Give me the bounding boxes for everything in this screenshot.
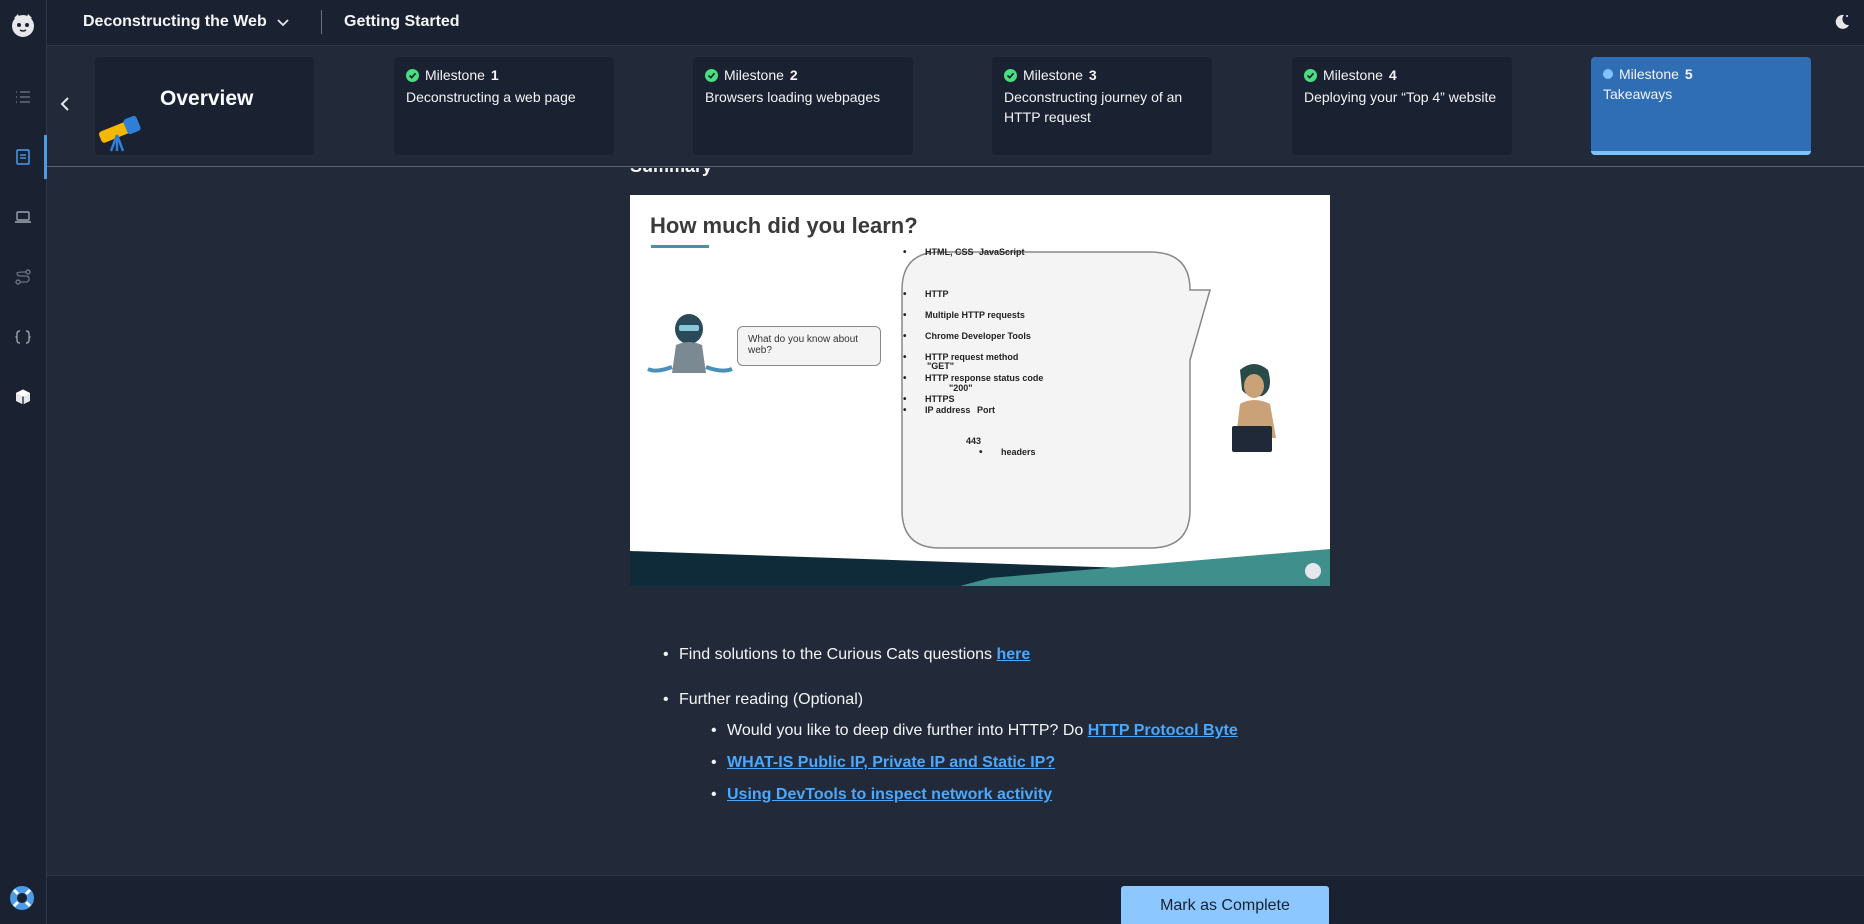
rail-route-button[interactable] bbox=[0, 255, 46, 299]
topic-item: HTML, CSS bbox=[903, 247, 973, 258]
list-item: Find solutions to the Curious Cats quest… bbox=[663, 646, 1031, 664]
summary-slide: How much did you learn? What do you know… bbox=[630, 195, 1330, 586]
milestone-desc: Takeaways bbox=[1603, 86, 1673, 102]
app-root: Deconstructing the Web Getting Started O… bbox=[0, 0, 1864, 924]
logo-icon[interactable] bbox=[10, 12, 36, 38]
laptop-icon bbox=[15, 211, 31, 223]
milestone-number: 3 bbox=[1088, 67, 1097, 83]
rail-package-button[interactable] bbox=[0, 375, 46, 419]
milestone-card-3[interactable]: Milestone 3 Deconstructing journey of an … bbox=[992, 57, 1212, 155]
rail-code-button[interactable] bbox=[0, 315, 46, 359]
rail-laptop-button[interactable] bbox=[0, 195, 46, 239]
left-rail bbox=[0, 0, 47, 924]
current-dot-icon bbox=[1603, 69, 1613, 79]
topic-item: Multiple HTTP requests bbox=[903, 310, 1025, 321]
milestone-strip: Overview Milestone 1 Deconstructing a web… bbox=[47, 47, 1864, 167]
check-icon bbox=[1304, 68, 1317, 82]
question-bubble: What do you know about web? bbox=[737, 326, 881, 366]
section-title[interactable]: Getting Started bbox=[344, 13, 460, 31]
character-man-illustration bbox=[647, 314, 733, 373]
further-reading-text: Further reading (Optional) bbox=[679, 691, 864, 708]
chevron-left-icon[interactable] bbox=[57, 95, 75, 113]
rail-list-button[interactable] bbox=[0, 75, 46, 119]
milestone-number: 1 bbox=[490, 67, 499, 83]
milestone-prefix: Milestone bbox=[425, 67, 485, 83]
milestone-card-4[interactable]: Milestone 4 Deploying your “Top 4” websit… bbox=[1292, 57, 1512, 155]
bottom-bar: Mark as Complete bbox=[47, 875, 1864, 924]
list-item: WHAT-IS Public IP, Private IP and Static… bbox=[711, 754, 1055, 772]
check-icon bbox=[705, 68, 718, 82]
topic-item: "GET" bbox=[927, 361, 955, 371]
deep-dive-text: Would you like to deep dive further into… bbox=[727, 722, 1088, 739]
milestone-prefix: Milestone bbox=[1619, 66, 1679, 82]
milestone-card-1[interactable]: Milestone 1 Deconstructing a web page bbox=[394, 57, 614, 155]
topic-item: HTTP response status code bbox=[903, 373, 1043, 384]
milestone-number: 5 bbox=[1684, 66, 1693, 82]
slide-underline bbox=[651, 245, 709, 248]
devtools-article-link[interactable]: Using DevTools to inspect network activi… bbox=[727, 786, 1052, 803]
solutions-link[interactable]: here bbox=[997, 646, 1031, 663]
list-item: Further reading (Optional) bbox=[663, 691, 864, 709]
course-selector[interactable]: Deconstructing the Web bbox=[83, 13, 291, 31]
check-icon bbox=[1004, 68, 1017, 82]
lifebuoy-icon[interactable] bbox=[8, 884, 36, 912]
list-item: Would you like to deep dive further into… bbox=[711, 722, 1238, 740]
milestone-number: 2 bbox=[789, 67, 798, 83]
milestone-prefix: Milestone bbox=[1323, 67, 1383, 83]
ip-article-link[interactable]: WHAT-IS Public IP, Private IP and Static… bbox=[727, 754, 1055, 771]
milestone-prefix: Milestone bbox=[1023, 67, 1083, 83]
slide-footer-wave bbox=[630, 549, 1330, 586]
slide-title: How much did you learn? bbox=[650, 213, 918, 238]
topic-item: HTTP bbox=[903, 289, 948, 300]
header-divider bbox=[321, 10, 322, 34]
topic-item: 443 bbox=[966, 436, 982, 446]
overview-card[interactable]: Overview bbox=[95, 57, 314, 155]
topic-item: JavaScript bbox=[979, 247, 1025, 257]
milestone-desc: Deconstructing journey of an HTTP reques… bbox=[1004, 89, 1183, 125]
telescope-icon bbox=[99, 115, 141, 152]
milestone-desc: Browsers loading webpages bbox=[705, 89, 881, 105]
topic-item: Port bbox=[977, 405, 995, 415]
overview-label: Overview bbox=[160, 87, 254, 110]
list-item: Using DevTools to inspect network activi… bbox=[711, 786, 1052, 804]
milestone-card-2[interactable]: Milestone 2 Browsers loading webpages bbox=[693, 57, 913, 155]
milestone-desc: Deconstructing a web page bbox=[406, 89, 576, 105]
section-heading: Summary bbox=[630, 168, 712, 177]
route-icon bbox=[15, 269, 31, 285]
topic-item: HTTPS bbox=[903, 394, 954, 405]
solutions-text: Find solutions to the Curious Cats quest… bbox=[679, 646, 997, 663]
topic-item: IP address bbox=[903, 405, 971, 416]
chevron-down-icon bbox=[277, 19, 289, 27]
mark-complete-button[interactable]: Mark as Complete bbox=[1121, 886, 1329, 924]
moon-icon[interactable] bbox=[1832, 12, 1852, 32]
rail-content-button[interactable] bbox=[0, 135, 47, 179]
course-title: Deconstructing the Web bbox=[83, 13, 267, 30]
milestone-prefix: Milestone bbox=[724, 67, 784, 83]
check-icon bbox=[406, 68, 419, 82]
http-protocol-byte-link[interactable]: HTTP Protocol Byte bbox=[1088, 722, 1238, 739]
document-icon bbox=[16, 149, 30, 165]
milestone-number: 4 bbox=[1388, 67, 1397, 83]
list-icon bbox=[16, 91, 30, 103]
topic-item: headers bbox=[979, 447, 1035, 458]
package-icon bbox=[16, 389, 30, 405]
topic-item: "200" bbox=[949, 383, 973, 393]
character-woman-illustration bbox=[1232, 364, 1276, 452]
top-bar: Deconstructing the Web Getting Started bbox=[47, 0, 1864, 46]
topic-item: Chrome Developer Tools bbox=[903, 331, 1031, 342]
braces-icon bbox=[15, 330, 31, 344]
main-content: Summary How much did you learn? What do … bbox=[47, 168, 1864, 874]
milestone-card-5[interactable]: Milestone 5 Takeaways bbox=[1591, 57, 1811, 155]
milestone-desc: Deploying your “Top 4” website bbox=[1304, 89, 1497, 105]
question-text: What do you know about web? bbox=[748, 334, 859, 356]
